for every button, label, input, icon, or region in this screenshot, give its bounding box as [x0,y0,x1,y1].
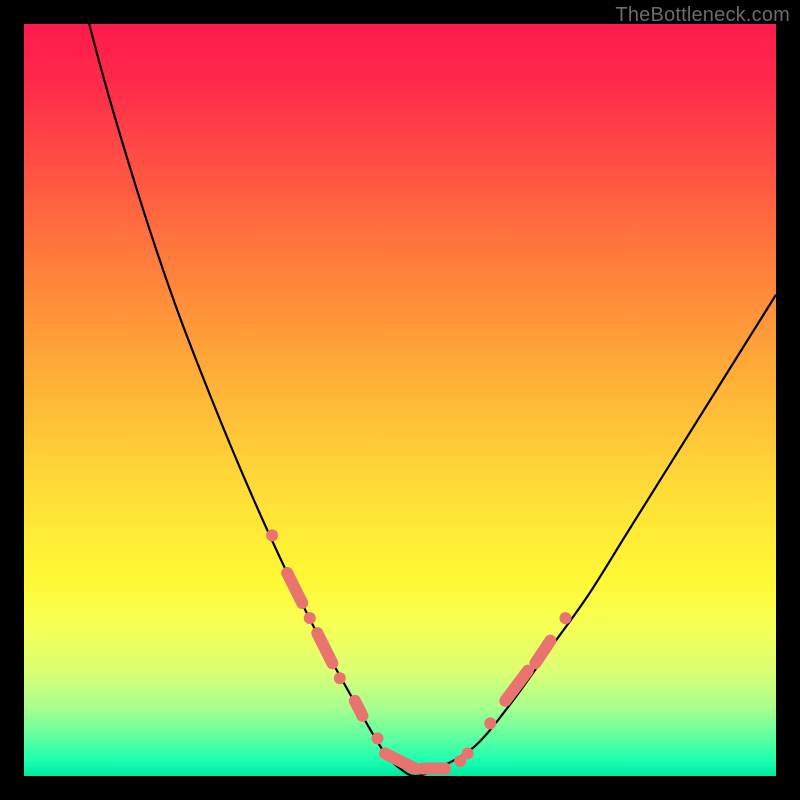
bottleneck-curve-svg [24,24,776,776]
chart-plot-area [24,24,776,776]
confidence-markers [266,529,571,768]
marker-segment [385,753,415,768]
marker-point [334,672,346,684]
marker-segment [535,641,550,664]
marker-point [484,717,496,729]
marker-segment [317,633,332,663]
marker-point [371,732,383,744]
marker-point [266,529,278,541]
marker-segment [287,573,302,603]
marker-point [559,612,571,624]
marker-point [462,747,474,759]
bottleneck-curve-line [24,24,776,776]
watermark-text: TheBottleneck.com [615,4,790,27]
marker-point [304,612,316,624]
marker-segment [355,701,363,716]
